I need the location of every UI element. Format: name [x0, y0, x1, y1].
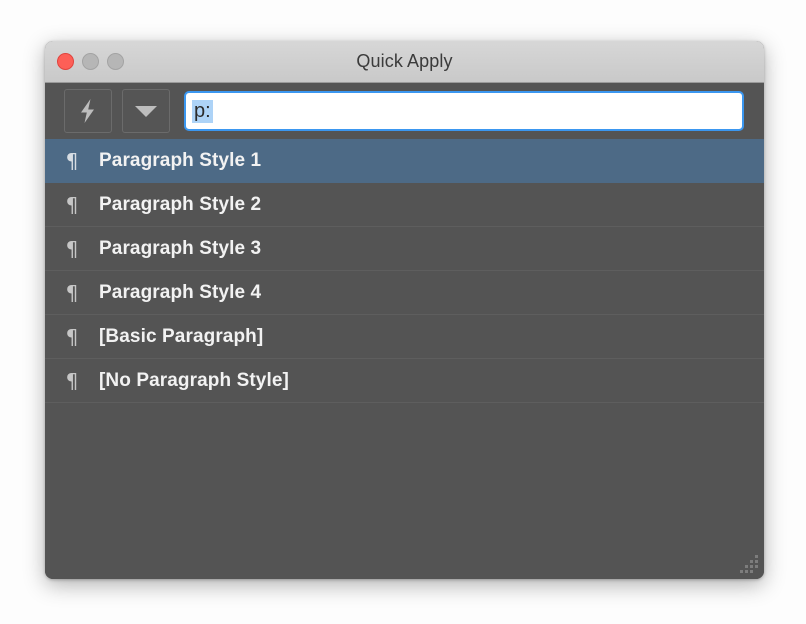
list-item-label: Paragraph Style 4	[99, 282, 261, 304]
zoom-button[interactable]	[107, 53, 124, 70]
window-titlebar[interactable]: Quick Apply	[45, 41, 764, 83]
quick-apply-window: Quick Apply p:	[45, 41, 764, 579]
apply-button[interactable]	[64, 89, 112, 133]
list-item-label: [No Paragraph Style]	[99, 370, 289, 392]
results-list[interactable]: ¶ Paragraph Style 1 ¶ Paragraph Style 2 …	[45, 139, 764, 579]
search-input[interactable]: p:	[184, 91, 744, 131]
window-title: Quick Apply	[356, 51, 452, 72]
list-item[interactable]: ¶ Paragraph Style 3	[45, 227, 764, 271]
quick-apply-toolbar: p:	[45, 83, 764, 139]
paragraph-style-icon: ¶	[45, 283, 99, 303]
lightning-bolt-icon	[78, 98, 98, 124]
window-controls	[57, 41, 124, 82]
close-button[interactable]	[57, 53, 74, 70]
paragraph-style-icon: ¶	[45, 371, 99, 391]
list-item[interactable]: ¶ [No Paragraph Style]	[45, 359, 764, 403]
paragraph-style-icon: ¶	[45, 151, 99, 171]
paragraph-style-icon: ¶	[45, 327, 99, 347]
resize-handle[interactable]	[740, 555, 758, 573]
list-item-label: Paragraph Style 1	[99, 150, 261, 172]
search-input-value: p:	[192, 100, 213, 123]
list-item-label: Paragraph Style 3	[99, 238, 261, 260]
chevron-down-icon	[134, 104, 158, 118]
list-item[interactable]: ¶ [Basic Paragraph]	[45, 315, 764, 359]
paragraph-style-icon: ¶	[45, 239, 99, 259]
list-item-label: [Basic Paragraph]	[99, 326, 263, 348]
paragraph-style-icon: ¶	[45, 195, 99, 215]
list-item[interactable]: ¶ Paragraph Style 4	[45, 271, 764, 315]
list-item[interactable]: ¶ Paragraph Style 2	[45, 183, 764, 227]
desktop-background: Quick Apply p:	[0, 0, 806, 624]
minimize-button[interactable]	[82, 53, 99, 70]
category-dropdown-button[interactable]	[122, 89, 170, 133]
list-item-label: Paragraph Style 2	[99, 194, 261, 216]
list-item[interactable]: ¶ Paragraph Style 1	[45, 139, 764, 183]
